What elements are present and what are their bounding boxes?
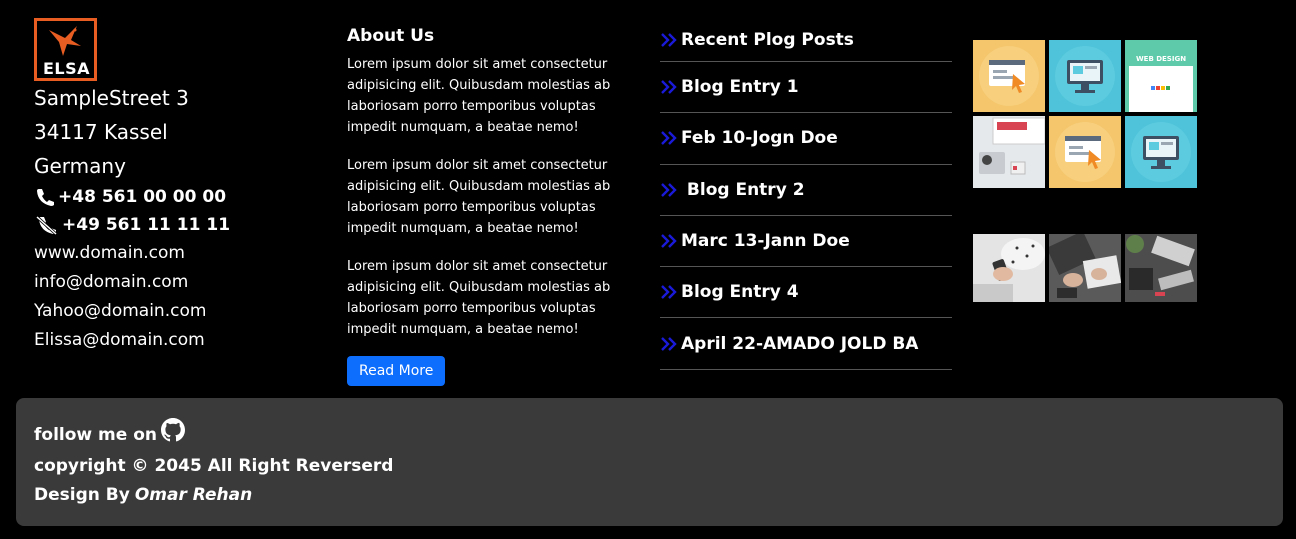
design-by-row: Design By Omar Rehan <box>34 481 1265 510</box>
double-chevron-icon <box>660 32 677 47</box>
desk-photo-thumb[interactable] <box>973 116 1045 188</box>
phone-number: +48 561 00 00 00 <box>58 187 227 207</box>
double-chevron-icon <box>660 131 677 146</box>
post-item[interactable]: Blog Entry 4 <box>660 267 952 319</box>
web-design-thumb[interactable]: WEB DESIGN <box>1125 40 1197 112</box>
about-paragraph: Lorem ipsum dolor sit amet consectetur a… <box>347 158 611 236</box>
read-more-button[interactable]: Read More <box>347 356 446 386</box>
phone-icon <box>37 189 54 206</box>
follow-text: follow me on <box>34 424 157 445</box>
post-item[interactable]: Marc 13-Jann Doe <box>660 216 952 268</box>
recent-posts-column: Recent Plog Posts Blog Entry 1 Feb 10-Jo… <box>660 18 952 370</box>
monitor-thumb[interactable] <box>1125 116 1197 188</box>
about-paragraph: Lorem ipsum dolor sit amet consectetur a… <box>347 57 611 135</box>
phone-slash-icon <box>35 215 58 235</box>
follow-row: follow me on <box>34 418 1265 452</box>
street: SampleStreet 3 <box>34 86 189 110</box>
elsa-logo[interactable]: ELSA <box>34 18 97 81</box>
posts-title: Recent Plog Posts <box>681 29 854 50</box>
web-design-label: WEB DESIGN <box>1136 55 1186 63</box>
post-item[interactable]: Blog Entry 1 <box>660 62 952 114</box>
email-yahoo[interactable]: Yahoo@domain.com <box>34 297 324 326</box>
design-by-label: Design By <box>34 485 130 505</box>
email-info[interactable]: info@domain.com <box>34 268 324 297</box>
double-chevron-icon <box>660 234 677 248</box>
about-paragraph: Lorem ipsum dolor sit amet consectetur a… <box>347 259 611 337</box>
browser-cursor-thumb[interactable] <box>973 40 1045 112</box>
email-elissa[interactable]: Elissa@domain.com <box>34 326 324 355</box>
fax-row: +49 561 11 11 11 <box>34 211 324 239</box>
about-column: About Us Lorem ipsum dolor sit amet cons… <box>347 18 617 386</box>
phone-hands-photo-thumb[interactable] <box>973 234 1045 302</box>
about-title: About Us <box>347 26 435 46</box>
fax-number: +49 561 11 11 11 <box>62 215 231 235</box>
double-chevron-icon <box>660 182 677 197</box>
post-item[interactable]: Blog Entry 2 <box>660 165 952 216</box>
post-label: Blog Entry 4 <box>681 282 799 303</box>
copyright: copyright © 2045 All Right Reverserd <box>34 456 394 476</box>
posts-title-row: Recent Plog Posts <box>660 18 952 62</box>
website-link[interactable]: www.domain.com <box>34 239 324 268</box>
post-label: Blog Entry 1 <box>681 77 799 98</box>
post-label: Marc 13-Jann Doe <box>681 231 850 252</box>
contact-column: ELSA SampleStreet 3 34117 Kassel Germany… <box>34 18 324 355</box>
double-chevron-icon <box>660 336 677 351</box>
post-item[interactable]: Feb 10-Jogn Doe <box>660 113 952 165</box>
city: 34117 Kassel <box>34 120 168 144</box>
double-chevron-icon <box>660 285 677 300</box>
post-label: Blog Entry 2 <box>681 179 805 200</box>
double-chevron-icon <box>660 80 677 94</box>
author-name: Omar Rehan <box>134 485 253 505</box>
github-icon[interactable] <box>160 418 185 452</box>
browser-cursor-thumb[interactable] <box>1049 116 1121 188</box>
post-item[interactable]: April 22-AMADO JOLD BA <box>660 318 952 370</box>
phone-row: +48 561 00 00 00 <box>34 183 324 211</box>
footer: follow me on copyright © 2045 All Right … <box>16 398 1283 526</box>
bird-logo-icon <box>49 26 81 56</box>
keyboard-photo-thumb[interactable] <box>1049 234 1121 302</box>
post-label: April 22-AMADO JOLD BA <box>681 333 919 354</box>
post-label: Feb 10-Jogn Doe <box>681 128 838 149</box>
desk-top-photo-thumb[interactable] <box>1125 234 1197 302</box>
logo-text: ELSA <box>43 59 91 78</box>
country: Germany <box>34 154 126 178</box>
monitor-thumb[interactable] <box>1049 40 1121 112</box>
